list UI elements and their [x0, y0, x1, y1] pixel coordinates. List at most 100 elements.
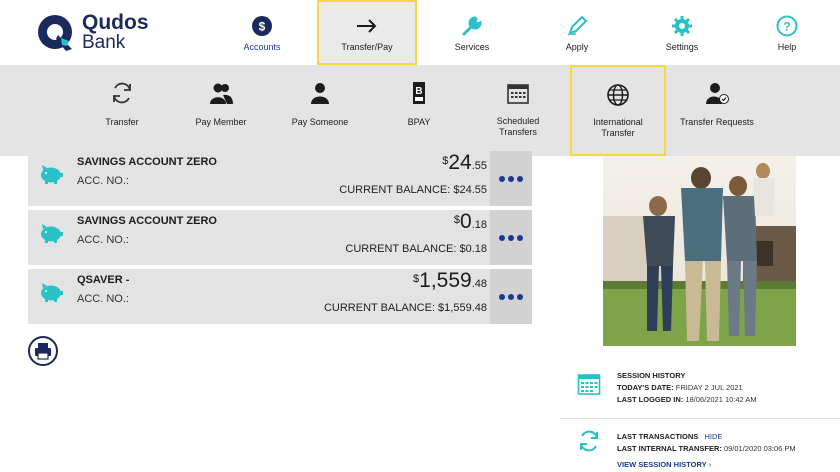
bpay-icon: B	[413, 82, 425, 104]
logo-mark-icon	[38, 15, 72, 51]
submenu-transfer[interactable]: Transfer	[75, 65, 169, 156]
more-options-button[interactable]	[490, 269, 532, 324]
person-check-icon	[706, 83, 729, 104]
submenu-label: International Transfer	[593, 117, 643, 138]
account-card[interactable]: SAVINGS ACCOUNT ZERO ACC. NO.: $24.55 CU…	[28, 151, 532, 206]
amount-major: 1,559	[419, 269, 472, 292]
account-name: SAVINGS ACCOUNT ZERO	[77, 156, 217, 168]
todays-date-value: FRIDAY 2 JUL 2021	[675, 383, 743, 392]
last-logged-in-value: 18/06/2021 10:42 AM	[685, 395, 757, 404]
refresh-icon	[113, 82, 131, 104]
nav-label: Settings	[665, 42, 699, 52]
amount-major: 0	[460, 210, 472, 233]
account-amount: $0.18	[454, 210, 487, 234]
svg-text:$: $	[259, 20, 266, 34]
account-amount: $24.55	[442, 151, 487, 175]
more-dot-icon	[508, 176, 514, 182]
last-transactions-panel: LAST TRANSACTIONS HIDE LAST INTERNAL TRA…	[617, 431, 796, 471]
account-number-label: ACC. NO.:	[77, 175, 129, 187]
submenu-international-transfer[interactable]: International Transfer	[570, 65, 666, 156]
hide-link[interactable]: HIDE	[705, 432, 723, 441]
submenu-label: Transfer Requests	[680, 117, 754, 127]
calendar-icon	[577, 374, 601, 395]
print-button[interactable]	[28, 336, 58, 366]
submenu-pay-member[interactable]: Pay Member	[174, 65, 268, 156]
brand-name: Qudos	[82, 11, 149, 34]
more-dot-icon	[499, 235, 505, 241]
question-circle-icon: ?	[776, 15, 798, 37]
refresh-icon	[580, 430, 598, 452]
nav-help[interactable]: ? Help	[737, 0, 837, 65]
currency-symbol: $	[453, 214, 461, 226]
submenu-label: Pay Member	[195, 117, 247, 127]
account-number-label: ACC. NO.:	[77, 293, 129, 305]
account-card[interactable]: QSAVER - ACC. NO.: $1,559.48 CURRENT BAL…	[28, 269, 532, 324]
nav-label: Apply	[565, 42, 589, 52]
arrow-right-icon	[357, 19, 377, 33]
current-balance: CURRENT BALANCE: $0.18	[345, 243, 487, 255]
more-dot-icon	[517, 176, 523, 182]
printer-icon	[35, 343, 51, 360]
pen-icon	[567, 15, 588, 36]
view-session-history-link[interactable]: VIEW SESSION HISTORY	[617, 460, 707, 469]
submenu-scheduled-transfers[interactable]: Scheduled Transfers	[471, 65, 565, 156]
last-internal-transfer-label: LAST INTERNAL TRANSFER:	[617, 444, 722, 453]
more-dot-icon	[517, 235, 523, 241]
nav-settings[interactable]: Settings	[632, 0, 732, 65]
account-card[interactable]: SAVINGS ACCOUNT ZERO ACC. NO.: $0.18 CUR…	[28, 210, 532, 265]
piggy-bank-icon	[41, 224, 63, 243]
currency-symbol: $	[442, 155, 449, 167]
account-number-label: ACC. NO.:	[77, 234, 129, 246]
amount-minor: .55	[471, 160, 487, 172]
todays-date-label: TODAY'S DATE:	[617, 383, 674, 392]
top-navigation: Qudos Bank $ Accounts Transfer/Pay Servi…	[0, 0, 840, 65]
last-internal-transfer-value: 09/01/2020 03:06 PM	[723, 444, 796, 453]
submenu-pay-someone[interactable]: Pay Someone	[273, 65, 367, 156]
two-people-icon	[210, 83, 233, 104]
submenu-label: BPAY	[407, 117, 431, 127]
more-options-button[interactable]	[490, 151, 532, 206]
nav-label: Transfer/Pay	[341, 42, 393, 52]
more-dot-icon	[517, 294, 523, 300]
transfer-submenu: Transfer Pay Member Pay Someone B BPAY S…	[0, 65, 840, 156]
more-dot-icon	[508, 235, 514, 241]
chevron-right-icon: ›	[708, 460, 712, 469]
currency-symbol: $	[413, 273, 420, 285]
submenu-bpay[interactable]: B BPAY	[372, 65, 466, 156]
amount-minor: .18	[471, 219, 487, 231]
current-balance: CURRENT BALANCE: $1,559.48	[323, 302, 487, 314]
globe-icon	[607, 84, 629, 106]
amount-minor: .48	[471, 278, 487, 290]
submenu-transfer-requests[interactable]: Transfer Requests	[670, 65, 764, 156]
submenu-label: Pay Someone	[291, 117, 349, 127]
piggy-bank-icon	[41, 165, 63, 184]
more-dot-icon	[508, 294, 514, 300]
nav-transfer-pay[interactable]: Transfer/Pay	[317, 0, 417, 65]
submenu-label: Scheduled Transfers	[496, 116, 540, 137]
submenu-label: Transfer	[105, 117, 139, 127]
account-name: SAVINGS ACCOUNT ZERO	[77, 215, 217, 227]
brand-subname: Bank	[82, 32, 126, 53]
svg-text:B: B	[415, 86, 422, 97]
current-balance: CURRENT BALANCE: $24.55	[339, 184, 487, 196]
dollar-circle-icon: $	[252, 16, 272, 36]
person-icon	[311, 83, 329, 104]
last-logged-in-label: LAST LOGGED IN:	[617, 395, 684, 404]
family-image	[603, 156, 796, 346]
nav-services[interactable]: Services	[422, 0, 522, 65]
nav-label: Help	[777, 42, 797, 52]
family-photo	[603, 156, 796, 346]
nav-accounts[interactable]: $ Accounts	[212, 0, 312, 65]
more-dot-icon	[499, 294, 505, 300]
qudos-bank-logo[interactable]: Qudos Bank	[36, 11, 166, 57]
more-options-button[interactable]	[490, 210, 532, 265]
account-name: QSAVER -	[77, 274, 130, 286]
session-history-heading: SESSION HISTORY	[617, 371, 686, 380]
account-amount: $1,559.48	[413, 269, 487, 293]
calendar-icon	[507, 84, 529, 104]
session-history-panel: SESSION HISTORY TODAY'S DATE: FRIDAY 2 J…	[617, 370, 757, 406]
amount-major: 24	[448, 151, 472, 174]
piggy-bank-icon	[41, 283, 63, 302]
nav-apply[interactable]: Apply	[527, 0, 627, 65]
divider	[560, 418, 840, 419]
